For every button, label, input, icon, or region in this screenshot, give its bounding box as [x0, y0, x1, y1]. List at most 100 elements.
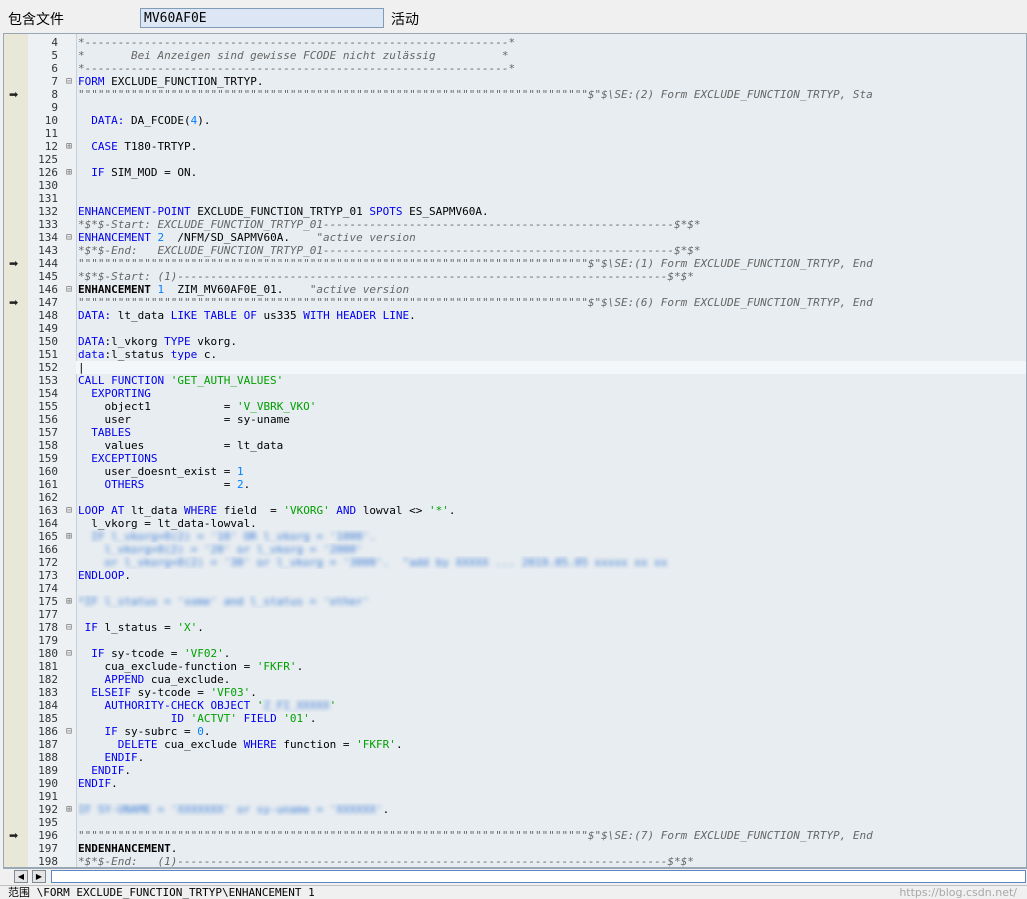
code-line[interactable]: CASE T180-TRTYP.	[78, 140, 1026, 153]
code-line[interactable]: *$*$-End: EXCLUDE_FUNCTION_TRTYP_01-----…	[78, 244, 1026, 257]
line-number: 150	[38, 335, 58, 348]
collapse-icon[interactable]: ⊟	[63, 283, 75, 296]
expand-icon[interactable]: ⊞	[63, 803, 75, 816]
code-line[interactable]: IF sy-tcode = 'VF02'.	[78, 647, 1026, 660]
line-number: 187	[38, 738, 58, 751]
line-number: 179	[38, 634, 58, 647]
code-line[interactable]: ENHANCEMENT 1 ZIM_MV60AF0E_01. "active v…	[78, 283, 1026, 296]
collapse-icon[interactable]: ⊟	[63, 75, 75, 88]
line-number: 160	[38, 465, 58, 478]
line-number: 125	[38, 153, 58, 166]
code-line[interactable]: DATA: lt_data LIKE TABLE OF us335 WITH H…	[78, 309, 1026, 322]
code-line[interactable]: DATA:l_vkorg TYPE vkorg.	[78, 335, 1026, 348]
code-line[interactable]: ENDIF.	[78, 777, 1026, 790]
code-line[interactable]: ENHANCEMENT 2 /NFM/SD_SAPMV60A. "active …	[78, 231, 1026, 244]
code-line[interactable]: |	[78, 361, 1026, 374]
line-number: 162	[38, 491, 58, 504]
scrollbar-thumb[interactable]	[51, 870, 1026, 883]
code-line[interactable]: values = lt_data	[78, 439, 1026, 452]
code-line[interactable]: *$*$-End: (1)---------------------------…	[78, 855, 1026, 867]
scroll-right-icon[interactable]: ▶	[32, 870, 46, 883]
collapse-icon[interactable]: ⊟	[63, 725, 75, 738]
line-number: 182	[38, 673, 58, 686]
code-line[interactable]: l_vkorg+0(2) = '20' or l_vkorg = '2000'	[78, 543, 1026, 556]
code-line[interactable]: APPEND cua_exclude.	[78, 673, 1026, 686]
collapse-icon[interactable]: ⊟	[63, 647, 75, 660]
expand-icon[interactable]: ⊞	[63, 595, 75, 608]
line-number: 157	[38, 426, 58, 439]
code-line[interactable]: OTHERS = 2.	[78, 478, 1026, 491]
code-line[interactable]: LOOP AT lt_data WHERE field = 'VKORG' AN…	[78, 504, 1026, 517]
collapse-icon[interactable]: ⊟	[63, 231, 75, 244]
line-number: 5	[51, 49, 58, 62]
code-line[interactable]: or l_vkorg+0(2) = '30' or l_vkorg = '300…	[78, 556, 1026, 569]
collapse-icon[interactable]: ⊟	[63, 504, 75, 517]
code-line[interactable]: user = sy-uname	[78, 413, 1026, 426]
line-number: 184	[38, 699, 58, 712]
code-line[interactable]: EXPORTING	[78, 387, 1026, 400]
line-number: 196	[38, 829, 58, 842]
line-number: 163	[38, 504, 58, 517]
code-line[interactable]: FORM EXCLUDE_FUNCTION_TRTYP.	[78, 75, 1026, 88]
line-number: 130	[38, 179, 58, 192]
abap-editor[interactable]: *---------------------------------------…	[3, 33, 1027, 868]
code-line[interactable]: IF l_vkorg+0(2) = '10' OR l_vkorg = '100…	[78, 530, 1026, 543]
line-number: 156	[38, 413, 58, 426]
code-line[interactable]: IF SIM_MOD = ON.	[78, 166, 1026, 179]
code-line[interactable]: IF sy-subrc = 0.	[78, 725, 1026, 738]
code-line[interactable]: CALL FUNCTION 'GET_AUTH_VALUES'	[78, 374, 1026, 387]
code-line[interactable]: *---------------------------------------…	[78, 36, 1026, 49]
code-line[interactable]: user_doesnt_exist = 1	[78, 465, 1026, 478]
line-number: 183	[38, 686, 58, 699]
code-line[interactable]: ENDIF.	[78, 764, 1026, 777]
code-line[interactable]: TABLES	[78, 426, 1026, 439]
line-number: 153	[38, 374, 58, 387]
code-line[interactable]: """"""""""""""""""""""""""""""""""""""""…	[78, 829, 1026, 842]
code-line[interactable]: *---------------------------------------…	[78, 62, 1026, 75]
fold-column	[62, 34, 77, 867]
collapse-icon[interactable]: ⊟	[63, 621, 75, 634]
code-line[interactable]: *$*$-Start: (1)-------------------------…	[78, 270, 1026, 283]
line-number: 152	[38, 361, 58, 374]
code-line[interactable]: ENDIF.	[78, 751, 1026, 764]
expand-icon[interactable]: ⊞	[63, 140, 75, 153]
line-number: 161	[38, 478, 58, 491]
expand-icon[interactable]: ⊞	[63, 166, 75, 179]
code-line[interactable]: ELSEIF sy-tcode = 'VF03'.	[78, 686, 1026, 699]
code-line[interactable]: IF l_status = 'X'.	[78, 621, 1026, 634]
code-line[interactable]: ID 'ACTVT' FIELD '01'.	[78, 712, 1026, 725]
code-line[interactable]: * Bei Anzeigen sind gewisse FCODE nicht …	[78, 49, 1026, 62]
code-line[interactable]: ENDLOOP.	[78, 569, 1026, 582]
code-area[interactable]: *---------------------------------------…	[76, 34, 1026, 867]
status-label: 活动	[391, 12, 419, 28]
code-line[interactable]: EXCEPTIONS	[78, 452, 1026, 465]
code-line[interactable]: """"""""""""""""""""""""""""""""""""""""…	[78, 257, 1026, 270]
code-line[interactable]: """"""""""""""""""""""""""""""""""""""""…	[78, 296, 1026, 309]
line-number: 185	[38, 712, 58, 725]
line-number: 145	[38, 270, 58, 283]
scope-path: 范围 \FORM EXCLUDE_FUNCTION_TRTYP\ENHANCEM…	[8, 886, 315, 899]
horizontal-scrollbar[interactable]: ◀ ▶	[3, 868, 1027, 884]
code-line[interactable]: ENHANCEMENT-POINT EXCLUDE_FUNCTION_TRTYP…	[78, 205, 1026, 218]
program-name-field[interactable]	[140, 8, 384, 28]
code-line[interactable]: IF SY-UNAME = 'XXXXXXX' or sy-uname = 'X…	[78, 803, 1026, 816]
code-line[interactable]: cua_exclude-function = 'FKFR'.	[78, 660, 1026, 673]
code-line[interactable]: data:l_status type c.	[78, 348, 1026, 361]
expand-icon[interactable]: ⊞	[63, 530, 75, 543]
code-line[interactable]: object1 = 'V_VBRK_VKO'	[78, 400, 1026, 413]
code-line[interactable]: *$*$-Start: EXCLUDE_FUNCTION_TRTYP_01---…	[78, 218, 1026, 231]
line-number: 148	[38, 309, 58, 322]
include-label: 包含文件	[8, 12, 64, 28]
code-line[interactable]: AUTHORITY-CHECK OBJECT 'Z_FI_XXXXX'	[78, 699, 1026, 712]
code-line[interactable]: DATA: DA_FCODE(4).	[78, 114, 1026, 127]
code-line[interactable]: ENDENHANCEMENT.	[78, 842, 1026, 855]
code-line[interactable]: l_vkorg = lt_data-lowval.	[78, 517, 1026, 530]
code-line[interactable]: """"""""""""""""""""""""""""""""""""""""…	[78, 88, 1026, 101]
status-bar: 范围 \FORM EXCLUDE_FUNCTION_TRTYP\ENHANCEM…	[0, 885, 1027, 899]
code-line[interactable]: DELETE cua_exclude WHERE function = 'FKF…	[78, 738, 1026, 751]
scroll-left-icon[interactable]: ◀	[14, 870, 28, 883]
line-number: 190	[38, 777, 58, 790]
line-number: 164	[38, 517, 58, 530]
code-line[interactable]: *IF l_status = 'some' and l_status = 'ot…	[78, 595, 1026, 608]
line-number: 165	[38, 530, 58, 543]
